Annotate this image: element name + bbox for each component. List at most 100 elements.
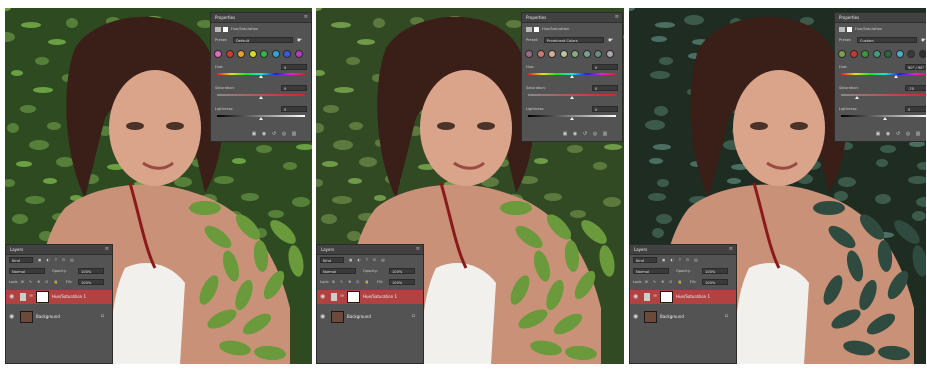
- color-swatch[interactable]: [895, 50, 904, 58]
- menu-icon[interactable]: ≡: [304, 13, 308, 22]
- fill-field[interactable]: 100%: [78, 279, 104, 285]
- slider-value-field[interactable]: 0: [281, 106, 307, 112]
- link-icon[interactable]: ∞: [340, 293, 344, 299]
- slider-thumb[interactable]: [259, 96, 263, 99]
- eye-icon[interactable]: ◉: [9, 314, 15, 320]
- color-swatch[interactable]: [260, 50, 268, 58]
- color-swatch[interactable]: [838, 50, 846, 58]
- layer-mask-thumbnail[interactable]: [36, 291, 49, 303]
- preset-dropdown[interactable]: Default: [233, 37, 293, 43]
- color-swatch[interactable]: [605, 50, 614, 58]
- color-swatch[interactable]: [559, 50, 568, 58]
- slider-value-field[interactable]: 90° / 90°: [905, 64, 926, 70]
- blend-mode-dropdown[interactable]: Normal: [633, 268, 669, 274]
- filter-icons[interactable]: ▣ ◐ T ⊡ ▤: [38, 258, 76, 262]
- preset-dropdown[interactable]: Prominent Colors: [544, 37, 604, 43]
- mask-icon[interactable]: [223, 27, 228, 32]
- color-swatch[interactable]: [237, 50, 245, 58]
- hand-target-icon[interactable]: ☛: [297, 37, 302, 44]
- reset-icon[interactable]: ↺: [271, 132, 277, 137]
- preset-dropdown[interactable]: Custom: [857, 37, 917, 43]
- color-swatch[interactable]: [225, 50, 234, 58]
- slider-thumb[interactable]: [883, 117, 887, 120]
- link-icon[interactable]: ∞: [29, 293, 33, 299]
- visibility-icon[interactable]: ◎: [592, 132, 598, 137]
- layer-row[interactable]: ◉ ∞ Hue/Saturation 1: [6, 290, 112, 304]
- clip-icon[interactable]: ▣: [562, 132, 568, 137]
- link-icon[interactable]: ∞: [653, 293, 657, 299]
- color-swatch[interactable]: [525, 50, 533, 58]
- saturation-slider-track[interactable]: [841, 94, 926, 96]
- layer-name[interactable]: Hue/Saturation 1: [676, 294, 710, 299]
- color-swatch[interactable]: [536, 50, 545, 58]
- hand-target-icon[interactable]: ☛: [608, 37, 613, 44]
- color-swatch[interactable]: [861, 50, 869, 58]
- mask-icon[interactable]: [534, 27, 539, 32]
- eye-icon[interactable]: ◉: [633, 314, 639, 320]
- filter-icons[interactable]: ▣ ◐ T ⊡ ▤: [349, 258, 387, 262]
- layer-mask-thumbnail[interactable]: [660, 291, 673, 303]
- color-swatch[interactable]: [872, 50, 881, 58]
- lock-icons[interactable]: ⊞ ✎ ✥ ⊡ 🔒: [332, 280, 371, 284]
- color-swatch[interactable]: [548, 50, 556, 58]
- blend-mode-dropdown[interactable]: Normal: [9, 268, 45, 274]
- slider-thumb[interactable]: [570, 96, 574, 99]
- slider-thumb[interactable]: [893, 75, 898, 78]
- filter-kind-dropdown[interactable]: Kind: [9, 257, 33, 263]
- properties-tab[interactable]: Properties ≡: [211, 13, 311, 23]
- color-swatch[interactable]: [283, 50, 291, 58]
- fill-field[interactable]: 100%: [389, 279, 415, 285]
- view-previous-icon[interactable]: ◉: [261, 132, 267, 137]
- color-swatch[interactable]: [271, 50, 280, 58]
- layer-thumbnail[interactable]: [331, 311, 344, 323]
- color-swatch[interactable]: [884, 50, 892, 58]
- visibility-icon[interactable]: ◎: [281, 132, 287, 137]
- menu-icon[interactable]: ≡: [729, 245, 733, 254]
- lock-icons[interactable]: ⊞ ✎ ✥ ⊡ 🔒: [645, 280, 684, 284]
- eye-icon[interactable]: ◉: [320, 314, 326, 320]
- slider-thumb[interactable]: [570, 75, 574, 78]
- slider-value-field[interactable]: -70: [905, 85, 926, 91]
- color-swatch[interactable]: [918, 50, 926, 58]
- layer-name[interactable]: Background: [660, 314, 684, 319]
- slider-thumb[interactable]: [259, 117, 263, 120]
- color-swatch[interactable]: [294, 50, 303, 58]
- opacity-field[interactable]: 100%: [78, 268, 104, 274]
- visibility-icon[interactable]: ◎: [905, 132, 911, 137]
- layer-name[interactable]: Hue/Saturation 1: [52, 294, 86, 299]
- lock-icons[interactable]: ⊞ ✎ ✥ ⊡ 🔒: [21, 280, 60, 284]
- filter-kind-dropdown[interactable]: Kind: [320, 257, 344, 263]
- layer-thumbnail[interactable]: [20, 311, 33, 323]
- layer-thumbnail[interactable]: [644, 311, 657, 323]
- color-swatch[interactable]: [849, 50, 858, 58]
- slider-thumb[interactable]: [570, 117, 574, 120]
- color-swatch[interactable]: [582, 50, 591, 58]
- filter-icons[interactable]: ▣ ◐ T ⊡ ▤: [662, 258, 700, 262]
- layer-row[interactable]: ◉ ∞ Hue/Saturation 1: [317, 290, 423, 304]
- slider-value-field[interactable]: 0: [281, 85, 307, 91]
- eye-icon[interactable]: ◉: [9, 294, 15, 300]
- blend-mode-dropdown[interactable]: Normal: [320, 268, 356, 274]
- trash-icon[interactable]: ▥: [291, 132, 297, 137]
- slider-thumb[interactable]: [259, 75, 263, 78]
- layers-tab[interactable]: Layers ≡: [6, 245, 112, 255]
- view-previous-icon[interactable]: ◉: [885, 132, 891, 137]
- color-swatch[interactable]: [248, 50, 257, 58]
- opacity-field[interactable]: 100%: [702, 268, 728, 274]
- clip-icon[interactable]: ▣: [251, 132, 257, 137]
- layer-mask-thumbnail[interactable]: [347, 291, 360, 303]
- fill-field[interactable]: 100%: [702, 279, 728, 285]
- view-previous-icon[interactable]: ◉: [572, 132, 578, 137]
- layers-tab[interactable]: Layers ≡: [317, 245, 423, 255]
- layer-name[interactable]: Background: [36, 314, 60, 319]
- properties-tab[interactable]: Properties ≡: [522, 13, 622, 23]
- color-swatch[interactable]: [214, 50, 222, 58]
- slider-value-field[interactable]: 0: [281, 64, 307, 70]
- layer-name[interactable]: Background: [347, 314, 371, 319]
- menu-icon[interactable]: ≡: [416, 245, 420, 254]
- mask-icon[interactable]: [847, 27, 852, 32]
- reset-icon[interactable]: ↺: [582, 132, 588, 137]
- eye-icon[interactable]: ◉: [320, 294, 326, 300]
- slider-value-field[interactable]: 0: [592, 64, 618, 70]
- layer-row[interactable]: ◉ ∞ Hue/Saturation 1: [630, 290, 736, 304]
